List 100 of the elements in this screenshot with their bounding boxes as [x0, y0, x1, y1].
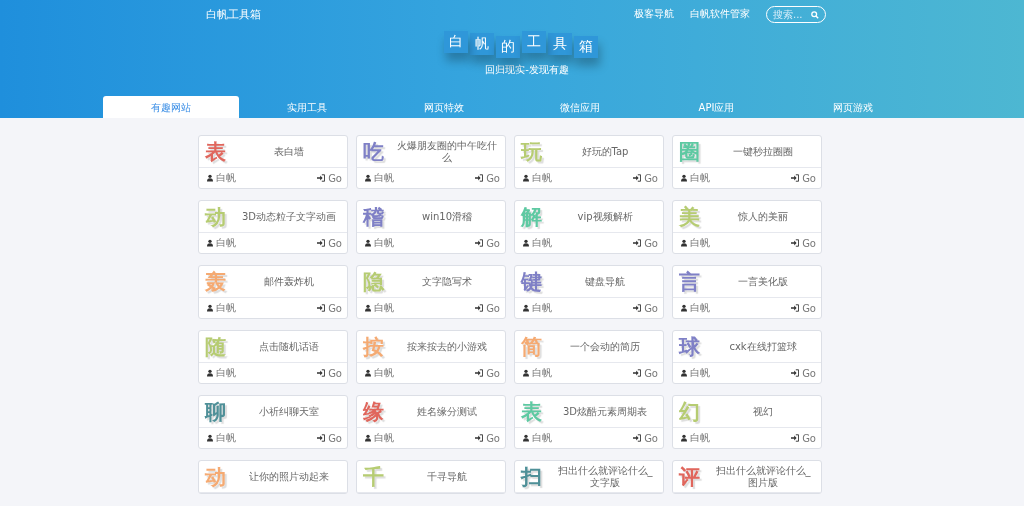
- tool-card[interactable]: 简 一个会动的简历 白帆 Go: [514, 330, 664, 384]
- card-glyph: 玩: [521, 138, 543, 166]
- tool-card[interactable]: 表 3D炫酷元素周期表 白帆 Go: [514, 395, 664, 449]
- author-name: 白帆: [374, 301, 394, 315]
- go-link[interactable]: Go: [644, 302, 658, 314]
- tool-card[interactable]: 圈 一键秒拉圈圈 白帆 Go: [672, 135, 822, 189]
- tool-card[interactable]: 解 vip视频解析 白帆 Go: [514, 200, 664, 254]
- go-link[interactable]: Go: [328, 172, 342, 184]
- user-icon: [523, 174, 529, 182]
- card-glyph: 键: [521, 268, 543, 296]
- go-link[interactable]: Go: [486, 302, 500, 314]
- card-glyph: 动: [205, 203, 227, 231]
- card-glyph: 表: [205, 138, 227, 166]
- tool-card[interactable]: 动 3D动态粒子文字动画 白帆 Go: [198, 200, 348, 254]
- go-link[interactable]: Go: [644, 172, 658, 184]
- go-link[interactable]: Go: [328, 367, 342, 379]
- author-name: 白帆: [374, 171, 394, 185]
- tool-card[interactable]: 千 千寻导航: [356, 460, 506, 494]
- tool-card[interactable]: 吃 火爆朋友圈的中午吃什么 白帆 Go: [356, 135, 506, 189]
- user-icon: [681, 174, 687, 182]
- card-glyph: 圈: [679, 138, 701, 166]
- go-link[interactable]: Go: [486, 367, 500, 379]
- tool-card[interactable]: 扫 扫出什么就评论什么_文字版: [514, 460, 664, 494]
- go-link[interactable]: Go: [802, 432, 816, 444]
- card-title: 邮件轰炸机: [263, 275, 315, 288]
- go-link[interactable]: Go: [644, 432, 658, 444]
- author-name: 白帆: [532, 171, 552, 185]
- sign-in-icon: [791, 304, 800, 312]
- go-link[interactable]: Go: [802, 237, 816, 249]
- author-name: 白帆: [532, 366, 552, 380]
- go-link[interactable]: Go: [802, 302, 816, 314]
- go-link[interactable]: Go: [486, 237, 500, 249]
- author-name: 白帆: [216, 236, 236, 250]
- tool-card[interactable]: 稽 win10滑稽 白帆 Go: [356, 200, 506, 254]
- tool-card[interactable]: 聊 小祈纠聊天室 白帆 Go: [198, 395, 348, 449]
- card-title: 千寻导航: [426, 470, 468, 483]
- category-tab[interactable]: API应用: [648, 96, 785, 118]
- nav-link[interactable]: 极客导航: [634, 7, 674, 21]
- sign-in-icon: [317, 434, 326, 442]
- nav-link[interactable]: 白帆软件管家: [690, 7, 750, 21]
- search-field[interactable]: 搜索...: [766, 5, 826, 23]
- author-name: 白帆: [216, 301, 236, 315]
- site-brand[interactable]: 白帆工具箱: [206, 6, 261, 22]
- sign-in-icon: [475, 369, 484, 377]
- card-title: 表白墙: [273, 145, 305, 158]
- user-icon: [523, 304, 529, 312]
- search-icon: [811, 10, 819, 19]
- card-title: win10滑稽: [421, 210, 473, 223]
- tool-card[interactable]: 随 点击随机话语 白帆 Go: [198, 330, 348, 384]
- author-name: 白帆: [532, 236, 552, 250]
- card-glyph: 按: [363, 333, 385, 361]
- user-icon: [681, 434, 687, 442]
- go-link[interactable]: Go: [328, 237, 342, 249]
- title-tile: 帆: [470, 33, 494, 55]
- card-glyph: 隐: [363, 268, 386, 296]
- tool-card[interactable]: 球 cxk在线打篮球 白帆 Go: [672, 330, 822, 384]
- tool-card[interactable]: 幻 视幻 白帆 Go: [672, 395, 822, 449]
- subtitle: 回归现实-发现有趣: [484, 63, 570, 77]
- author-name: 白帆: [216, 431, 236, 445]
- tool-card[interactable]: 动 让你的照片动起来: [198, 460, 348, 494]
- author-name: 白帆: [690, 301, 710, 315]
- card-title: cxk在线打篮球: [728, 340, 798, 353]
- user-icon: [207, 239, 213, 247]
- title-tile: 的: [496, 36, 520, 58]
- tool-card[interactable]: 缘 姓名缘分测试 白帆 Go: [356, 395, 506, 449]
- go-link[interactable]: Go: [802, 172, 816, 184]
- user-icon: [681, 369, 687, 377]
- tool-card[interactable]: 言 一言美化版 白帆 Go: [672, 265, 822, 319]
- tool-card[interactable]: 玩 好玩的Tap 白帆 Go: [514, 135, 664, 189]
- user-icon: [207, 174, 213, 182]
- go-link[interactable]: Go: [644, 237, 658, 249]
- tool-card[interactable]: 美 惊人的美丽 白帆 Go: [672, 200, 822, 254]
- go-link[interactable]: Go: [328, 432, 342, 444]
- title-tile: 白: [444, 31, 468, 53]
- tool-card[interactable]: 轰 邮件轰炸机 白帆 Go: [198, 265, 348, 319]
- tool-card[interactable]: 按 按来按去的小游戏 白帆 Go: [356, 330, 506, 384]
- card-glyph: 吃: [363, 138, 385, 166]
- author-name: 白帆: [216, 366, 236, 380]
- category-tab[interactable]: 微信应用: [512, 96, 649, 118]
- sign-in-icon: [633, 239, 642, 247]
- category-tab[interactable]: 网页特效: [375, 96, 512, 118]
- go-link[interactable]: Go: [644, 367, 658, 379]
- category-tab[interactable]: 有趣网站: [103, 96, 240, 118]
- tool-card[interactable]: 评 扫出什么就评论什么_图片版: [672, 460, 822, 494]
- go-link[interactable]: Go: [328, 302, 342, 314]
- tool-card[interactable]: 键 键盘导航 白帆 Go: [514, 265, 664, 319]
- author-name: 白帆: [374, 431, 394, 445]
- category-tab[interactable]: 实用工具: [239, 96, 376, 118]
- card-title: 文字隐写术: [421, 275, 473, 288]
- go-link[interactable]: Go: [486, 432, 500, 444]
- user-icon: [523, 434, 529, 442]
- user-icon: [523, 239, 529, 247]
- go-link[interactable]: Go: [802, 367, 816, 379]
- go-link[interactable]: Go: [486, 172, 500, 184]
- author-name: 白帆: [690, 366, 710, 380]
- user-icon: [523, 369, 529, 377]
- category-tab[interactable]: 网页游戏: [784, 96, 921, 118]
- tool-card[interactable]: 隐 文字隐写术 白帆 Go: [356, 265, 506, 319]
- tool-card[interactable]: 表 表白墙 白帆 Go: [198, 135, 348, 189]
- sign-in-icon: [475, 304, 484, 312]
